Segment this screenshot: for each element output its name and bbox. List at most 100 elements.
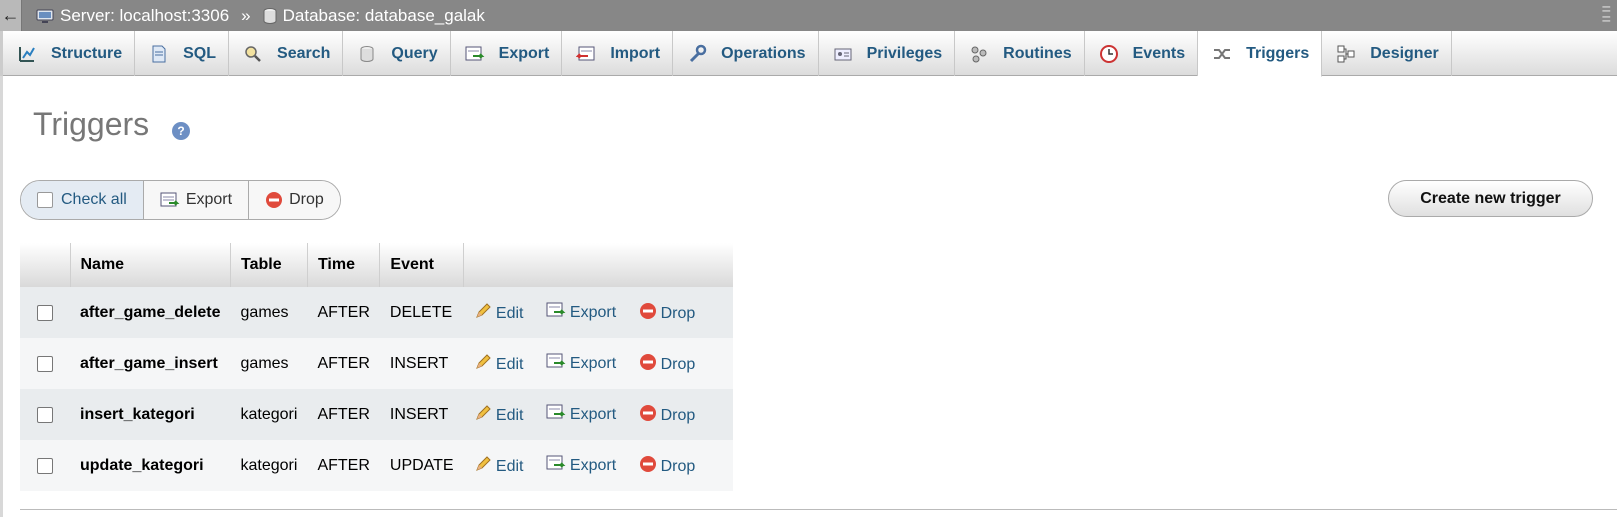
triggers-icon — [1212, 44, 1232, 64]
bulk-drop-label[interactable]: Drop — [289, 191, 324, 209]
tab-label[interactable]: Query — [391, 45, 437, 63]
tab-label[interactable]: Triggers — [1246, 45, 1309, 63]
collapse-icon[interactable]: = = — [1602, 2, 1611, 28]
tab-import[interactable]: Import — [562, 31, 674, 76]
tab-events[interactable]: Events — [1085, 31, 1199, 76]
bulk-export-button[interactable]: Export — [143, 181, 250, 219]
edit-label[interactable]: Edit — [496, 458, 524, 476]
tab-privileges[interactable]: Privileges — [819, 31, 956, 76]
breadcrumb-server-label[interactable]: Server: localhost:3306 — [60, 6, 229, 26]
triggers-table: Name Table Time Event after_game_delete … — [20, 243, 733, 491]
divider — [20, 509, 1617, 510]
edit-label[interactable]: Edit — [496, 407, 524, 425]
drop-label[interactable]: Drop — [661, 407, 696, 425]
server-icon — [36, 9, 54, 23]
tab-label[interactable]: Routines — [1003, 45, 1071, 63]
trigger-table-link[interactable]: games — [230, 338, 308, 389]
tab-operations[interactable]: Operations — [673, 31, 819, 76]
tab-triggers[interactable]: Triggers — [1198, 31, 1323, 77]
row-actions-cell: Edit Export Drop — [463, 338, 733, 389]
breadcrumb-database[interactable]: Database: database_galak — [263, 6, 485, 26]
edit-link[interactable]: Edit — [474, 302, 524, 325]
bulk-drop-button[interactable]: Drop — [249, 181, 340, 219]
header-event[interactable]: Event — [379, 243, 465, 287]
pencil-icon — [474, 455, 496, 478]
export-label[interactable]: Export — [570, 406, 616, 424]
table-row: after_game_insert games AFTER INSERT Edi… — [20, 338, 733, 389]
routines-icon — [969, 44, 989, 64]
breadcrumb-bar: ← Server: localhost:3306 » Database: dat… — [0, 0, 1617, 31]
create-new-trigger-button[interactable]: Create new trigger — [1388, 180, 1593, 217]
drop-link[interactable]: Drop — [639, 302, 696, 325]
tab-query[interactable]: Query — [343, 31, 451, 76]
export-link[interactable]: Export — [546, 300, 616, 325]
export-link[interactable]: Export — [546, 402, 616, 427]
export-link[interactable]: Export — [546, 351, 616, 376]
export-label[interactable]: Export — [570, 457, 616, 475]
privileges-icon — [833, 44, 853, 64]
trigger-event: DELETE — [379, 287, 464, 338]
tab-label[interactable]: Search — [277, 45, 330, 63]
header-time[interactable]: Time — [307, 243, 381, 287]
drop-link[interactable]: Drop — [639, 404, 696, 427]
tab-structure[interactable]: Structure — [0, 31, 136, 76]
export-icon — [546, 402, 570, 427]
breadcrumb-separator: » — [241, 5, 251, 25]
drop-label[interactable]: Drop — [661, 356, 696, 374]
trigger-table-link[interactable]: games — [230, 287, 308, 338]
drop-icon — [639, 455, 661, 478]
trigger-table-link[interactable]: kategori — [230, 389, 308, 440]
help-icon[interactable]: ? — [172, 122, 190, 140]
edit-label[interactable]: Edit — [496, 305, 524, 323]
page-title: Triggers — [33, 106, 150, 142]
row-checkbox[interactable] — [37, 304, 53, 321]
table-header-row: Name Table Time Event — [20, 243, 733, 287]
pencil-icon — [474, 404, 496, 427]
tab-label[interactable]: Structure — [51, 45, 122, 63]
tab-designer[interactable]: Designer — [1322, 31, 1452, 76]
export-icon — [160, 192, 180, 207]
drop-icon — [266, 192, 283, 208]
export-label[interactable]: Export — [570, 355, 616, 373]
edit-link[interactable]: Edit — [474, 404, 524, 427]
tab-label[interactable]: Import — [610, 45, 660, 63]
tab-label[interactable]: Export — [499, 45, 550, 63]
trigger-table-link[interactable]: kategori — [230, 440, 308, 491]
edit-label[interactable]: Edit — [496, 356, 524, 374]
breadcrumb-server[interactable]: Server: localhost:3306 — [36, 6, 229, 26]
export-icon — [546, 351, 570, 376]
drop-label[interactable]: Drop — [661, 305, 696, 323]
tab-label[interactable]: Privileges — [867, 45, 943, 63]
trigger-time: AFTER — [307, 389, 380, 440]
tab-label[interactable]: Designer — [1370, 45, 1438, 63]
drop-link[interactable]: Drop — [639, 455, 696, 478]
tab-sql[interactable]: SQL — [135, 31, 230, 76]
edit-link[interactable]: Edit — [474, 353, 524, 376]
check-all-checkbox[interactable] — [37, 192, 53, 208]
check-all-label[interactable]: Check all — [61, 191, 127, 209]
drop-label[interactable]: Drop — [661, 458, 696, 476]
tab-export[interactable]: Export — [451, 31, 563, 76]
row-checkbox[interactable] — [37, 355, 53, 372]
edit-link[interactable]: Edit — [474, 455, 524, 478]
header-name[interactable]: Name — [70, 243, 232, 287]
drop-link[interactable]: Drop — [639, 353, 696, 376]
export-label[interactable]: Export — [570, 304, 616, 322]
trigger-name: insert_kategori — [70, 389, 231, 440]
export-link[interactable]: Export — [546, 453, 616, 478]
tab-routines[interactable]: Routines — [955, 31, 1085, 76]
tab-label[interactable]: Operations — [721, 45, 805, 63]
header-table[interactable]: Table — [230, 243, 308, 287]
check-all-button[interactable]: Check all — [21, 181, 144, 219]
back-arrow-icon[interactable]: ← — [0, 0, 22, 31]
tab-label[interactable]: Events — [1133, 45, 1185, 63]
sql-icon — [149, 44, 169, 64]
row-checkbox[interactable] — [37, 406, 53, 423]
trigger-event: INSERT — [379, 338, 464, 389]
trigger-name: after_game_insert — [70, 338, 231, 389]
row-checkbox[interactable] — [37, 457, 53, 474]
breadcrumb-database-label[interactable]: Database: database_galak — [283, 6, 485, 26]
tab-search[interactable]: Search — [229, 31, 344, 76]
tab-label[interactable]: SQL — [183, 45, 216, 63]
bulk-export-label[interactable]: Export — [186, 191, 232, 209]
